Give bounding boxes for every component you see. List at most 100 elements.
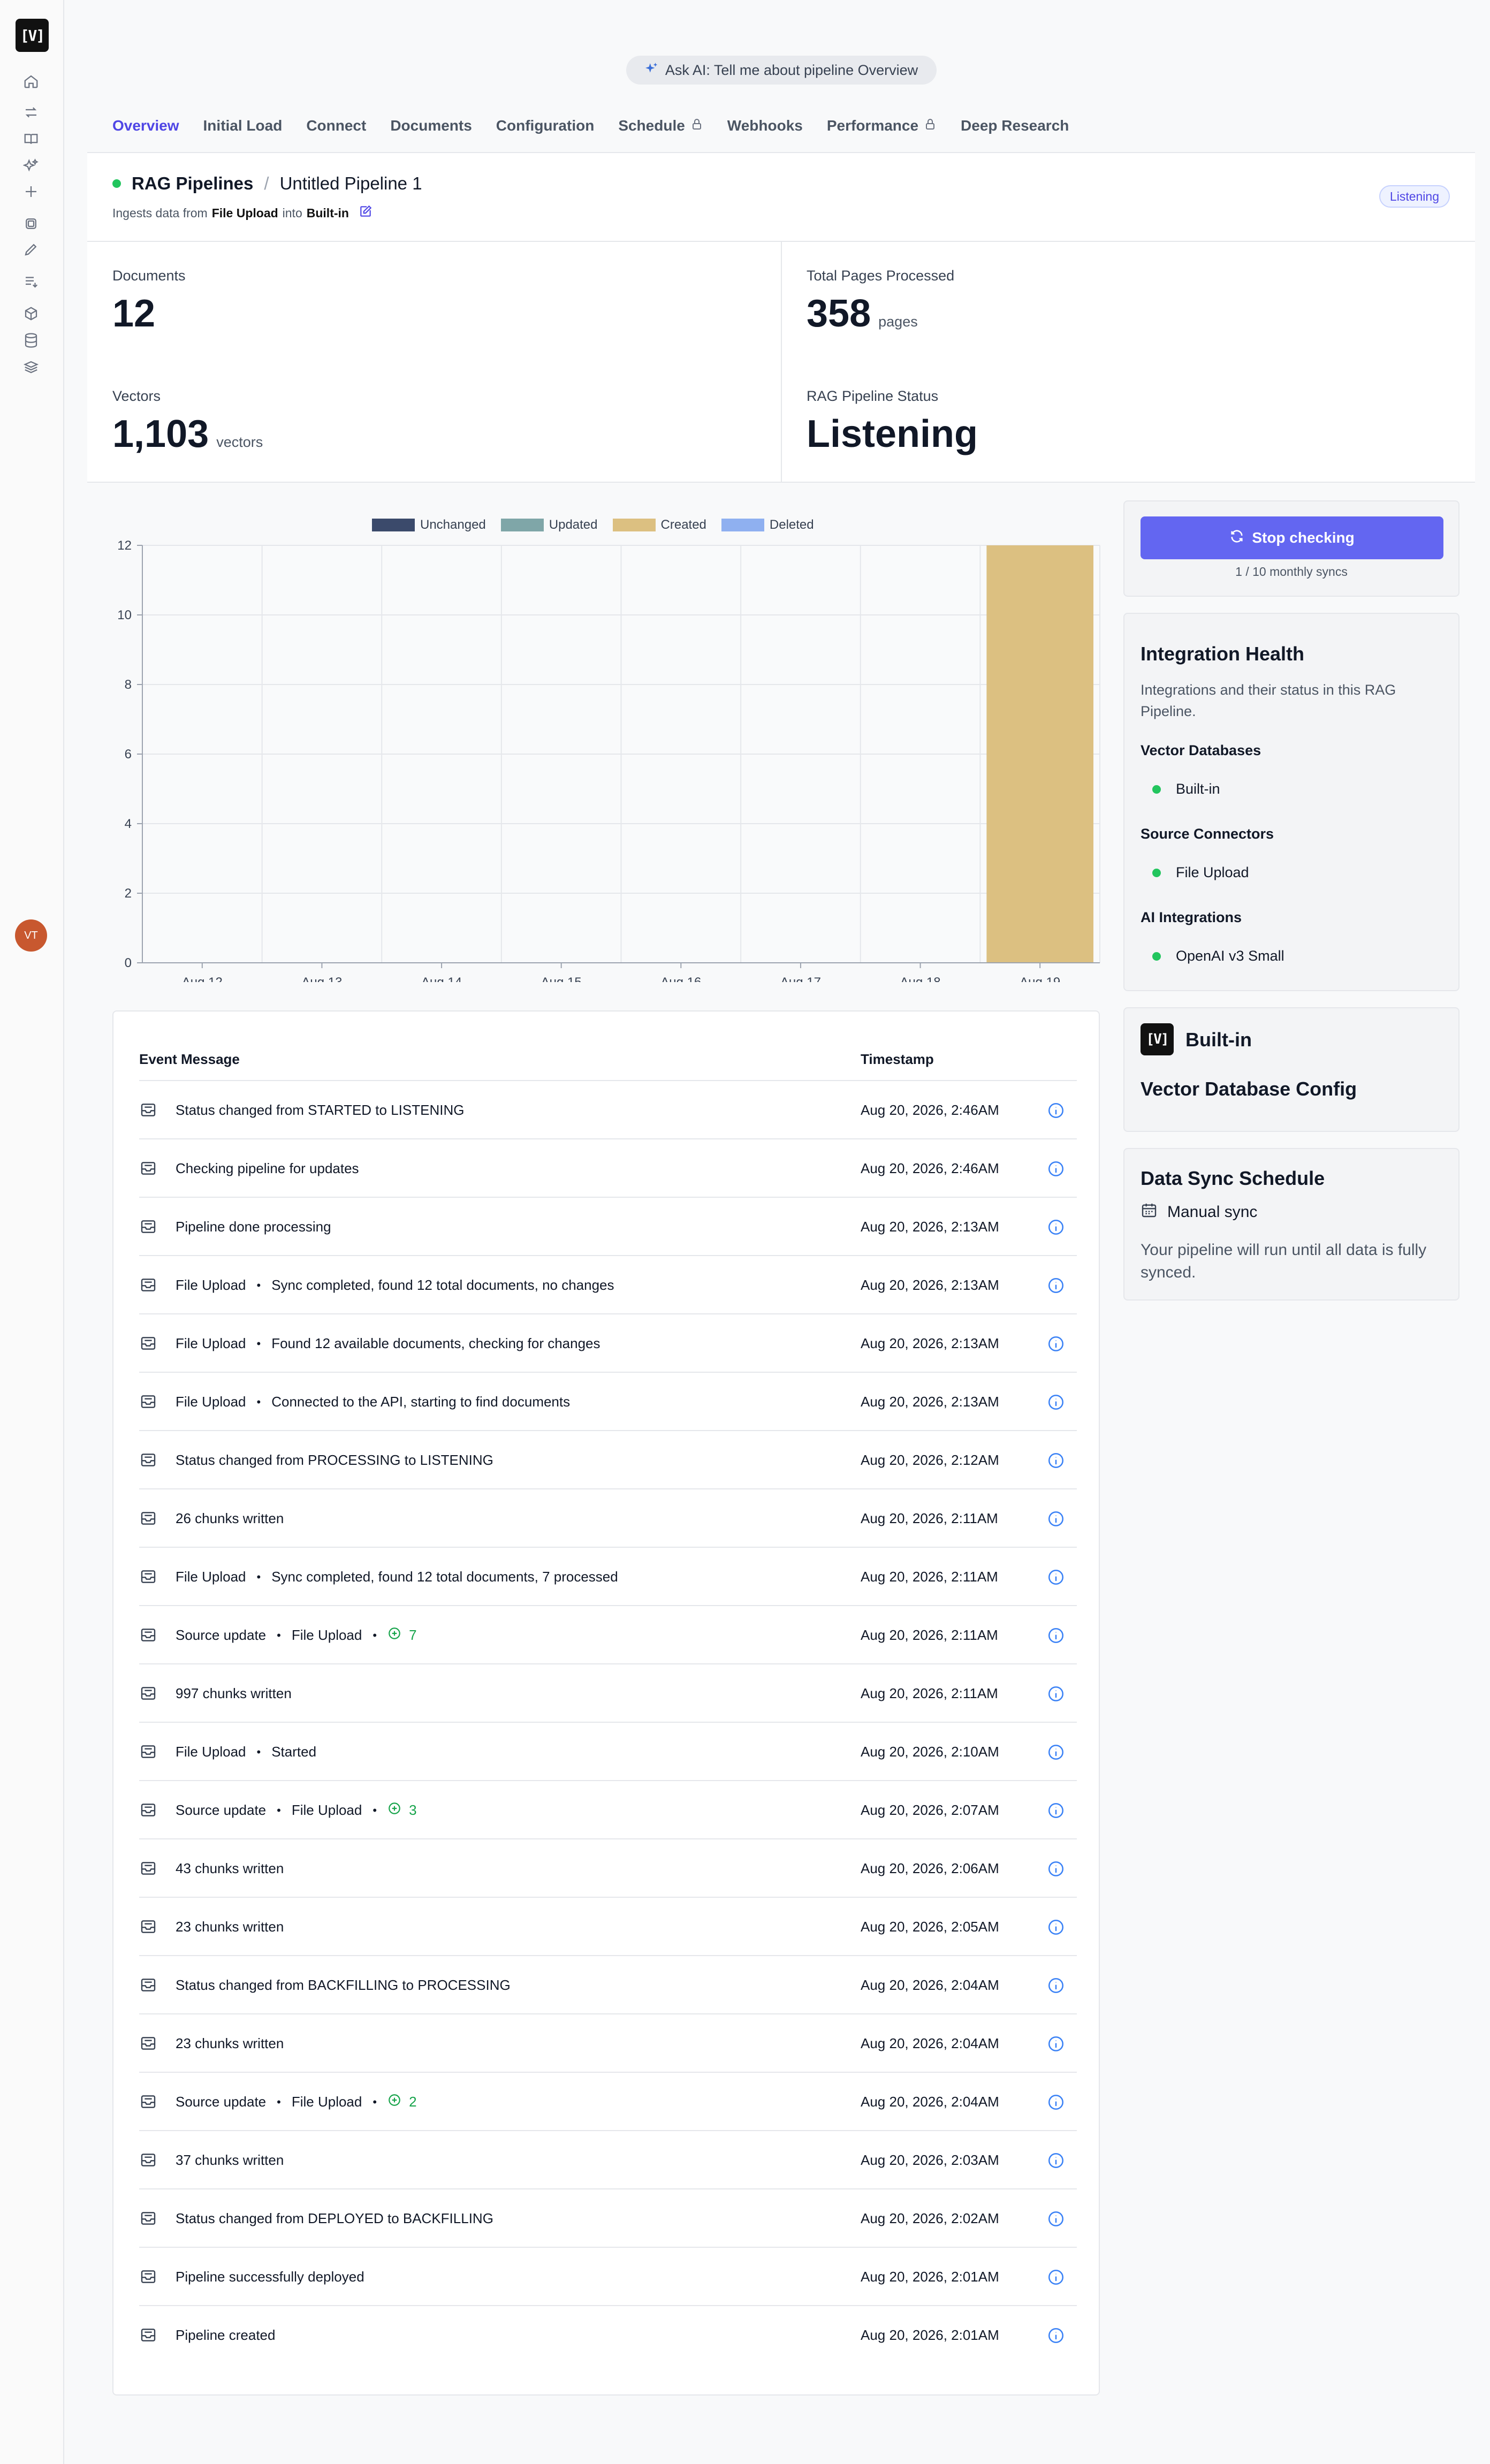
pipeline-status-stat: RAG Pipeline Status Listening bbox=[807, 388, 978, 456]
legend-item[interactable]: Unchanged bbox=[372, 518, 486, 533]
book-icon[interactable] bbox=[21, 130, 41, 149]
inbox-icon bbox=[139, 1510, 158, 1528]
event-timestamp: Aug 20, 2026, 2:04AM bbox=[861, 2094, 999, 2110]
inbox-icon bbox=[139, 2268, 158, 2286]
tab-overview[interactable]: Overview bbox=[112, 112, 179, 139]
tab-configuration[interactable]: Configuration bbox=[496, 112, 595, 139]
tab-initial-load[interactable]: Initial Load bbox=[203, 112, 283, 139]
event-text: 26 chunks written bbox=[176, 1510, 284, 1526]
info-icon[interactable] bbox=[1047, 1451, 1065, 1470]
info-icon[interactable] bbox=[1047, 1976, 1065, 1995]
source-connector-item: File Upload bbox=[1152, 864, 1249, 881]
integration-health-description: Integrations and their status in this RA… bbox=[1141, 682, 1396, 719]
vectors-label: Vectors bbox=[112, 388, 161, 404]
stop-checking-button[interactable]: Stop checking bbox=[1141, 516, 1443, 559]
sidebar: [V] VT bbox=[0, 0, 64, 2464]
info-icon[interactable] bbox=[1047, 2093, 1065, 2111]
plus-icon[interactable] bbox=[21, 182, 41, 201]
vector-db-config-name: Built-in bbox=[1185, 1029, 1252, 1051]
tab-schedule[interactable]: Schedule bbox=[618, 112, 703, 139]
info-icon[interactable] bbox=[1047, 1626, 1065, 1645]
event-text: Pipeline successfully deployed bbox=[176, 2269, 364, 2285]
layers-icon[interactable] bbox=[21, 214, 41, 233]
info-icon[interactable] bbox=[1047, 1393, 1065, 1411]
info-icon[interactable] bbox=[1047, 1160, 1065, 1178]
source-connector-name: File Upload bbox=[1176, 864, 1249, 880]
table-row: Status changed from BACKFILLING to PROCE… bbox=[139, 1955, 1077, 2013]
pen-icon[interactable] bbox=[21, 240, 41, 259]
legend-swatch bbox=[612, 519, 656, 531]
info-icon[interactable] bbox=[1047, 2151, 1065, 2170]
event-timestamp: Aug 20, 2026, 2:07AM bbox=[861, 1802, 999, 1818]
info-icon[interactable] bbox=[1047, 1335, 1065, 1353]
list-icon[interactable] bbox=[21, 272, 41, 291]
timestamp-header: Timestamp bbox=[861, 1051, 934, 1067]
info-icon[interactable] bbox=[1047, 1743, 1065, 1761]
inbox-icon bbox=[139, 1101, 158, 1120]
event-message: Checking pipeline for updates bbox=[176, 1139, 359, 1198]
ask-ai-button[interactable]: Ask AI: Tell me about pipeline Overview bbox=[626, 56, 937, 85]
database-icon[interactable] bbox=[21, 331, 41, 350]
cube-icon[interactable] bbox=[21, 304, 41, 323]
events-table: Event Message Timestamp Status changed f… bbox=[112, 1010, 1100, 2395]
event-timestamp: Aug 20, 2026, 2:13AM bbox=[861, 1394, 999, 1410]
tab-label: Webhooks bbox=[727, 117, 803, 134]
table-row: 26 chunks written Aug 20, 2026, 2:11AM bbox=[139, 1488, 1077, 1547]
inbox-icon bbox=[139, 1451, 158, 1470]
event-timestamp: Aug 20, 2026, 2:13AM bbox=[861, 1277, 999, 1293]
lock-icon bbox=[924, 117, 937, 134]
info-icon[interactable] bbox=[1047, 1218, 1065, 1236]
event-message: Pipeline created bbox=[176, 2306, 275, 2364]
vector-db-config-card[interactable]: [V] Built-in Vector Database Config bbox=[1123, 1007, 1459, 1132]
user-avatar[interactable]: VT bbox=[15, 919, 47, 952]
y-tick-label: 0 bbox=[125, 956, 132, 970]
plus-circle-icon bbox=[387, 2093, 401, 2111]
sparkles-icon[interactable] bbox=[21, 156, 41, 176]
tab-documents[interactable]: Documents bbox=[390, 112, 472, 139]
info-icon[interactable] bbox=[1047, 2035, 1065, 2053]
table-row: Source update • File Upload • 3 Aug 20, 2026,… bbox=[139, 1780, 1077, 1838]
info-icon[interactable] bbox=[1047, 1685, 1065, 1703]
info-icon[interactable] bbox=[1047, 1101, 1065, 1120]
x-tick-label: Aug 15 bbox=[541, 975, 582, 982]
legend-item[interactable]: Updated bbox=[500, 518, 598, 533]
info-icon[interactable] bbox=[1047, 2326, 1065, 2345]
legend-item[interactable]: Created bbox=[612, 518, 706, 533]
info-icon[interactable] bbox=[1047, 1918, 1065, 1936]
table-row: File Upload • Connected to the API, starti… bbox=[139, 1372, 1077, 1430]
event-timestamp: Aug 20, 2026, 2:04AM bbox=[861, 1977, 999, 1993]
table-row: File Upload • Found 12 available documents… bbox=[139, 1313, 1077, 1372]
x-tick-label: Aug 17 bbox=[780, 975, 821, 982]
edit-icon[interactable] bbox=[359, 204, 373, 222]
ingest-description: Ingests data from File Upload into Built… bbox=[112, 204, 373, 222]
info-icon[interactable] bbox=[1047, 1860, 1065, 1878]
tab-performance[interactable]: Performance bbox=[827, 112, 937, 139]
info-icon[interactable] bbox=[1047, 1276, 1065, 1295]
tab-deep-research[interactable]: Deep Research bbox=[961, 112, 1069, 139]
info-icon[interactable] bbox=[1047, 1510, 1065, 1528]
info-icon[interactable] bbox=[1047, 1568, 1065, 1586]
event-text: 43 chunks written bbox=[176, 1860, 284, 1876]
stack-icon[interactable] bbox=[21, 358, 41, 377]
home-icon[interactable] bbox=[21, 72, 41, 91]
info-icon[interactable] bbox=[1047, 2210, 1065, 2228]
tab-label: Schedule bbox=[618, 117, 685, 134]
info-icon[interactable] bbox=[1047, 1801, 1065, 1820]
breadcrumb-rag-pipelines[interactable]: RAG Pipelines bbox=[132, 173, 253, 194]
app-logo[interactable]: [V] bbox=[16, 19, 49, 52]
tab-label: Overview bbox=[112, 117, 179, 134]
legend-swatch bbox=[721, 519, 764, 531]
event-message: File Upload • Started bbox=[176, 1723, 316, 1781]
transfer-icon[interactable] bbox=[21, 103, 41, 122]
tab-webhooks[interactable]: Webhooks bbox=[727, 112, 803, 139]
tab-connect[interactable]: Connect bbox=[306, 112, 366, 139]
event-text: 23 chunks written bbox=[176, 2035, 284, 2051]
info-icon[interactable] bbox=[1047, 2268, 1065, 2286]
event-source: Source update bbox=[176, 1627, 267, 1643]
separator-dot: • bbox=[373, 1803, 377, 1817]
event-message: 23 chunks written bbox=[176, 2014, 284, 2073]
tab-bar: Overview Initial Load Connect Documents Conf… bbox=[112, 112, 1069, 139]
y-tick-label: 8 bbox=[125, 678, 132, 692]
legend-item[interactable]: Deleted bbox=[721, 518, 814, 533]
inbox-icon bbox=[139, 1860, 158, 1878]
